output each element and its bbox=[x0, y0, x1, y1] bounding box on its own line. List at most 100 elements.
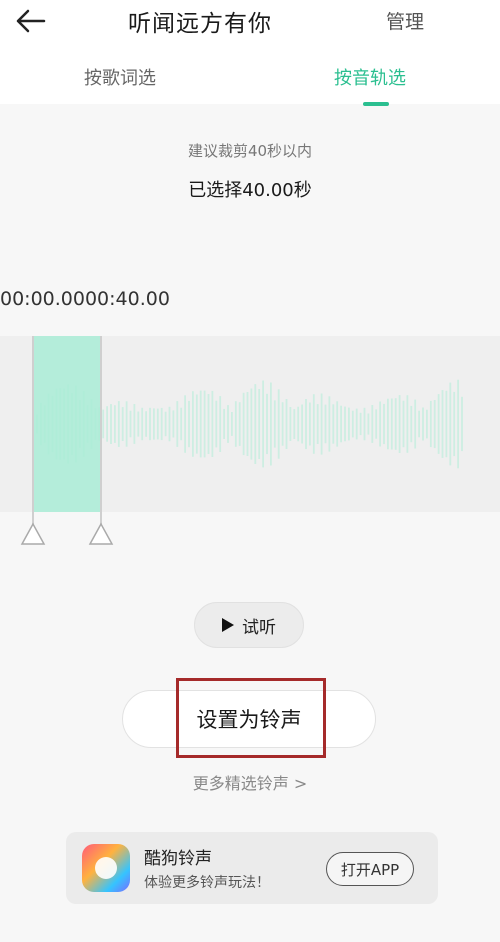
waveform-bar bbox=[172, 410, 175, 438]
page-title: 听闻远方有你 bbox=[128, 11, 272, 37]
preview-button[interactable]: 试听 bbox=[194, 602, 304, 648]
app-promo-banner[interactable]: 酷狗铃声 体验更多铃声玩法！ 打开APP bbox=[66, 832, 438, 904]
waveform-bar bbox=[414, 399, 417, 449]
waveform-bar bbox=[359, 412, 362, 436]
waveform-bar bbox=[246, 392, 249, 456]
waveform-bar bbox=[176, 401, 179, 447]
set-ringtone-button[interactable]: 设置为铃声 bbox=[122, 690, 376, 748]
selected-region bbox=[33, 336, 101, 512]
waveform-bar bbox=[227, 405, 229, 443]
waveform-bar bbox=[332, 404, 335, 444]
selected-duration: 已选择40.00秒 bbox=[188, 180, 312, 201]
tab-bar: 按歌词选 按音轨选 bbox=[0, 44, 500, 106]
waveform-bar bbox=[149, 407, 151, 441]
waveform-bar bbox=[390, 398, 393, 450]
tab-by-track[interactable]: 按音轨选 bbox=[334, 64, 406, 90]
waveform-bar bbox=[207, 394, 210, 454]
waveform-bar bbox=[215, 400, 218, 448]
start-handle-icon[interactable] bbox=[20, 522, 46, 545]
waveform-bar bbox=[429, 400, 432, 448]
manage-button[interactable]: 管理 bbox=[386, 7, 424, 34]
waveform-bar bbox=[293, 409, 296, 439]
waveform-bar bbox=[266, 393, 268, 455]
waveform-bar bbox=[418, 410, 420, 438]
waveform-bar bbox=[188, 400, 190, 448]
waveform-bar bbox=[371, 405, 374, 443]
waveform-bar bbox=[156, 408, 159, 440]
waveform-bar bbox=[110, 404, 112, 444]
waveform-bar bbox=[223, 408, 225, 439]
waveform-bar bbox=[410, 405, 413, 443]
waveform-bar bbox=[426, 409, 428, 439]
waveform-bar bbox=[406, 395, 409, 453]
waveform-bar bbox=[394, 398, 397, 450]
kugou-ringtone-app-icon bbox=[82, 844, 130, 892]
promo-app-name: 酷狗铃声 bbox=[144, 849, 212, 869]
waveform-bar bbox=[379, 401, 381, 447]
waveform-bar bbox=[351, 410, 354, 438]
waveform-bar bbox=[168, 406, 171, 442]
waveform-bar bbox=[301, 404, 303, 444]
waveform-bar bbox=[258, 389, 261, 459]
waveform-bar bbox=[234, 401, 237, 447]
waveform-bar bbox=[203, 390, 206, 458]
waveform-bar bbox=[309, 402, 311, 446]
waveform-bar bbox=[153, 408, 155, 440]
arrow-left-icon[interactable] bbox=[14, 6, 48, 36]
waveform-bar bbox=[441, 390, 444, 458]
waveform-editor[interactable] bbox=[0, 336, 500, 552]
tab-by-lyrics[interactable]: 按歌词选 bbox=[84, 64, 156, 90]
waveform-bar bbox=[192, 391, 194, 457]
waveform-bar bbox=[106, 406, 108, 442]
waveform-bar bbox=[145, 411, 147, 437]
waveform-bar bbox=[281, 402, 284, 446]
play-icon bbox=[222, 618, 234, 632]
waveform-bar bbox=[184, 395, 186, 453]
time-readout: 00:00.0000:40.00 bbox=[0, 288, 170, 310]
waveform-bar bbox=[336, 401, 339, 447]
waveform-bar bbox=[445, 390, 448, 458]
waveform-bar bbox=[324, 404, 327, 444]
waveform-bar bbox=[457, 379, 459, 469]
waveform-bar bbox=[348, 407, 350, 441]
more-ringtones-link[interactable]: 更多精选铃声 > bbox=[0, 770, 500, 794]
waveform-bar bbox=[328, 396, 331, 452]
waveform-bar bbox=[285, 399, 288, 449]
waveform-bar bbox=[340, 405, 342, 443]
waveform-bar bbox=[316, 404, 319, 444]
waveform-bar bbox=[387, 398, 389, 450]
waveform-bar bbox=[125, 401, 128, 447]
waveform-bar bbox=[102, 409, 105, 439]
waveform-bar bbox=[180, 407, 183, 441]
waveform-bar bbox=[422, 407, 424, 441]
waveform-bar bbox=[461, 396, 463, 452]
end-handle-icon[interactable] bbox=[88, 522, 114, 545]
waveform-bar bbox=[199, 390, 202, 458]
waveform-bar bbox=[133, 404, 136, 444]
waveform-bar bbox=[305, 399, 307, 450]
waveform-bar bbox=[355, 408, 358, 440]
waveform-bar bbox=[375, 409, 378, 439]
waveform-bar bbox=[195, 394, 198, 454]
waveform-bar bbox=[437, 394, 440, 454]
promo-description: 体验更多铃声玩法！ bbox=[144, 875, 270, 891]
waveform-bar bbox=[433, 400, 436, 449]
waveform-bar bbox=[164, 411, 167, 437]
waveform-bar bbox=[273, 400, 276, 448]
waveform-bar bbox=[219, 396, 222, 452]
waveform-bar bbox=[262, 380, 264, 468]
waveform-bar bbox=[449, 382, 452, 466]
waveform-bar bbox=[238, 402, 241, 446]
open-app-button[interactable]: 打开APP bbox=[326, 852, 414, 886]
waveform-bar bbox=[402, 400, 405, 448]
waveform-bar bbox=[129, 410, 132, 438]
waveform-bar bbox=[367, 413, 370, 435]
waveform-bar bbox=[254, 384, 257, 464]
waveform-bar bbox=[141, 407, 144, 441]
waveform-bar bbox=[320, 393, 323, 455]
waveform-bar bbox=[121, 407, 124, 441]
waveform-bar bbox=[117, 401, 120, 447]
waveform-bar bbox=[453, 391, 456, 457]
waveform-bar bbox=[383, 403, 385, 445]
waveform-bar bbox=[137, 411, 140, 437]
